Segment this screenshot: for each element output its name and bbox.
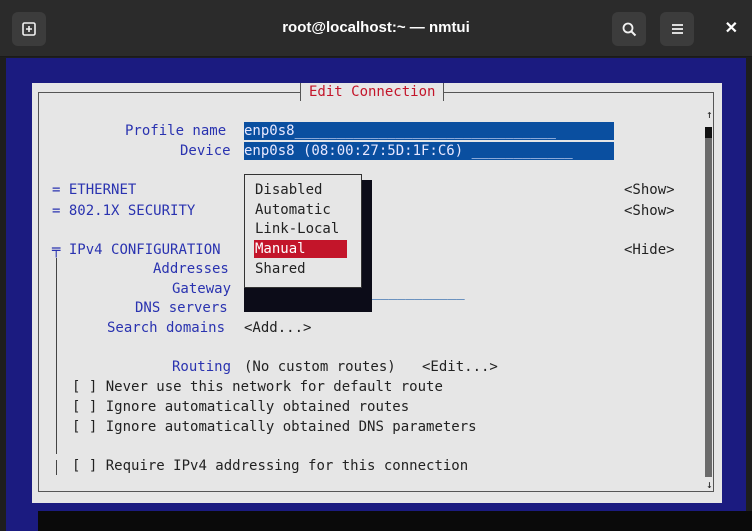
dialog-title: Edit Connection [300, 83, 445, 101]
menu-option-disabled[interactable]: Disabled [255, 181, 322, 199]
collapsed-marker-icon: = [52, 203, 61, 219]
collapsed-marker-icon: = [52, 182, 61, 198]
window-titlebar: root@localhost:~ — nmtui ✕ [0, 0, 752, 57]
close-button[interactable]: ✕ [725, 18, 738, 38]
menu-option-automatic[interactable]: Automatic [255, 201, 331, 219]
hamburger-icon [671, 24, 683, 34]
add-search-domain-button[interactable]: <Add...> [244, 319, 311, 337]
device-input[interactable]: enp0s8 (08:00:27:5D:1F:C6) ____________ [244, 142, 614, 160]
checkbox-ignore-dns[interactable]: [ ] Ignore automatically obtained DNS pa… [72, 418, 477, 436]
addresses-label: Addresses [153, 261, 229, 277]
routing-label: Routing [172, 359, 232, 375]
menu-option-link-local[interactable]: Link-Local [255, 220, 339, 238]
scrollbar-thumb[interactable] [705, 127, 712, 138]
search-domains-label: Search domains [107, 320, 226, 336]
dns-servers-label: DNS servers [135, 300, 228, 316]
menu-option-manual[interactable]: Manual [254, 240, 347, 258]
expanded-marker-icon: ╤ [52, 242, 61, 258]
routing-value: (No custom routes) [244, 359, 396, 375]
scroll-up-icon[interactable]: ↑ [706, 108, 713, 121]
popup-shadow [244, 288, 372, 312]
ethernet-section[interactable]: = ETHERNET [52, 181, 136, 199]
security-section[interactable]: = 802.1X SECURITY [52, 202, 195, 220]
checkbox-never-default-route[interactable]: [ ] Never use this network for default r… [72, 378, 443, 396]
close-icon: ✕ [724, 20, 738, 37]
scroll-down-icon[interactable]: ↓ [706, 478, 713, 491]
checkbox-ignore-routes[interactable]: [ ] Ignore automatically obtained routes [72, 398, 409, 416]
ipv4-hide-button[interactable]: <Hide> [624, 241, 675, 259]
menu-option-shared[interactable]: Shared [255, 260, 306, 278]
profile-name-input[interactable]: enp0s8_______________________________ [244, 122, 614, 140]
popup-shadow [362, 180, 372, 296]
tree-line [56, 460, 57, 475]
checkbox-require-ipv4[interactable]: [ ] Require IPv4 addressing for this con… [72, 457, 468, 475]
dialog-shadow [38, 511, 752, 531]
security-show-button[interactable]: <Show> [624, 202, 675, 220]
routing-edit-button[interactable]: <Edit...> [422, 358, 498, 376]
scrollbar-track[interactable] [705, 127, 712, 477]
search-icon [622, 22, 636, 36]
tree-line [56, 258, 57, 454]
device-label: Device [180, 143, 231, 159]
menu-button[interactable] [660, 12, 694, 46]
ipv4-section[interactable]: ╤ IPv4 CONFIGURATION [52, 241, 221, 259]
gateway-input[interactable]: ___________ [372, 283, 465, 301]
profile-name-label: Profile name [125, 123, 227, 139]
search-button[interactable] [612, 12, 646, 46]
gateway-label: Gateway [172, 281, 232, 297]
ethernet-show-button[interactable]: <Show> [624, 181, 675, 199]
